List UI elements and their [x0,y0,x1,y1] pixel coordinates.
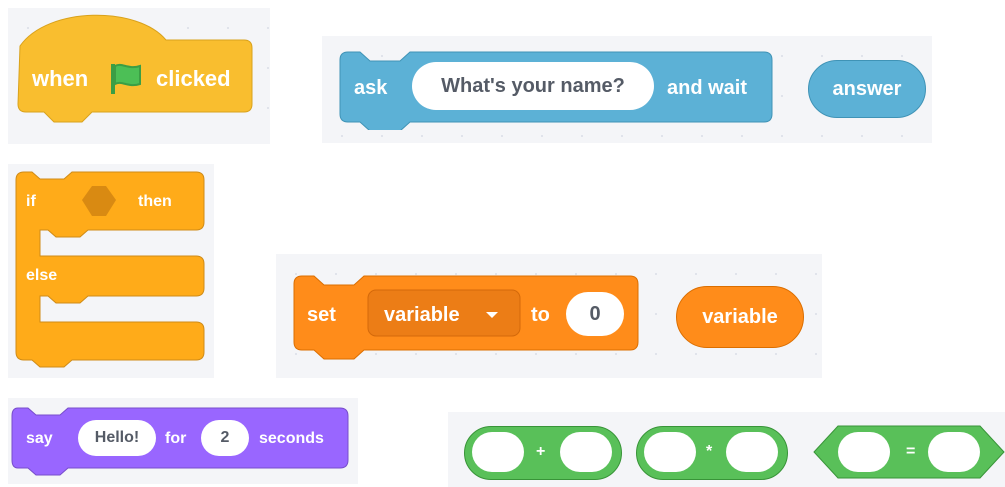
if-label: if [26,193,36,210]
when-label: when [32,66,89,91]
message-input[interactable]: Hello! [78,420,156,456]
plus-label: + [536,443,546,460]
question-input[interactable]: What's your name? [412,62,654,110]
say-label: say [26,430,53,447]
multiply-right-input[interactable] [726,432,778,472]
for-label: for [165,430,187,447]
equals-right-input[interactable] [928,432,980,472]
set-label: set [307,304,336,326]
then-label: then [138,193,172,210]
answer-reporter[interactable]: answer [808,60,926,118]
to-label: to [531,304,550,326]
chevron-down-icon [486,312,498,318]
and-wait-label: and wait [667,77,748,99]
value-input[interactable]: 0 [566,292,624,336]
multiply-left-input[interactable] [644,432,696,472]
add-left-input[interactable] [472,432,524,472]
ask-label: ask [354,77,388,99]
seconds-label: seconds [259,430,324,447]
else-label: else [26,267,58,284]
add-right-input[interactable] [560,432,612,472]
variable-reporter[interactable]: variable [676,286,804,348]
times-label: * [706,443,713,460]
green-flag-icon [111,63,141,94]
seconds-input[interactable]: 2 [201,420,249,456]
variable-dropdown-label: variable [384,304,460,326]
equals-left-input[interactable] [838,432,890,472]
equals-label: = [906,443,916,460]
clicked-label: clicked [156,66,231,91]
